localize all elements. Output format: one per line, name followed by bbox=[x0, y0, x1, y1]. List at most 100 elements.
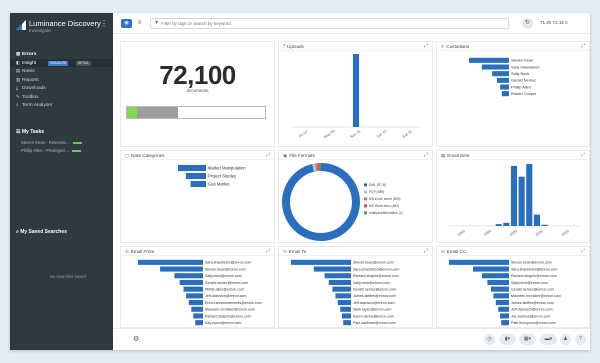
email-from-chart: Sara.shackleton@enron.com Steven.kean@enr… bbox=[138, 259, 262, 326]
nav-item-reports[interactable]: ▥ Reports bbox=[10, 76, 113, 85]
sidebar: Luminance Discovery Investigate ⋮ ▦ Error… bbox=[10, 13, 113, 350]
upload-icon: ⤒ bbox=[283, 44, 285, 49]
panel-title: Email From bbox=[130, 249, 155, 254]
grid-toggle-button[interactable]: ▦▾ bbox=[519, 334, 536, 345]
bar bbox=[503, 222, 510, 226]
progress-reviewed bbox=[127, 107, 137, 118]
gear-icon[interactable]: ⚙ bbox=[133, 335, 139, 343]
my-tasks-header: ☰ My Tasks bbox=[16, 129, 44, 135]
legend-label: multipart/alternative (2) bbox=[369, 211, 403, 215]
expand-icon[interactable]: ⤢ bbox=[424, 247, 428, 256]
nav-item-downloads[interactable]: ⤓ Downloads bbox=[10, 84, 113, 93]
expand-icon[interactable]: ⤢ bbox=[424, 42, 428, 51]
email-to-chart: Steven.kean@enron.com Sara.shackleton@enr… bbox=[291, 259, 399, 326]
bar-label: Jeff.dasovich@enron.com bbox=[511, 308, 553, 312]
mail-icon: ✉ bbox=[441, 249, 445, 254]
bar-label: Sara Shackleton bbox=[511, 64, 540, 69]
bar bbox=[332, 286, 351, 292]
nav-item-toolbox[interactable]: ✎ Toolbox bbox=[10, 93, 113, 102]
expand-icon[interactable]: ⤢ bbox=[581, 42, 585, 51]
bar-label: Steven Kean bbox=[511, 58, 533, 63]
expand-icon[interactable]: ⤢ bbox=[424, 151, 428, 160]
bar-label: Gerald.nemec@enron.com bbox=[511, 287, 554, 291]
task-progress bbox=[72, 150, 82, 152]
brand: Luminance Discovery Investigate ⋮ bbox=[16, 18, 108, 40]
mail-icon: ✉ bbox=[283, 249, 287, 254]
x-tick-label: 2005 bbox=[561, 229, 570, 237]
expand-icon[interactable]: ⤢ bbox=[266, 151, 270, 160]
list-view-button[interactable]: ≡ bbox=[135, 19, 144, 28]
bar bbox=[178, 164, 206, 172]
nav-item-errors[interactable]: ▦ Errors bbox=[10, 50, 113, 59]
document-count: 72,100 bbox=[159, 60, 236, 90]
task-item[interactable]: Phillip Allen - Privileged ... bbox=[21, 148, 82, 153]
panel-title: File Formats bbox=[289, 153, 315, 158]
legend-swatch bbox=[364, 183, 367, 187]
file-icon: ▣ bbox=[283, 153, 288, 158]
kebab-menu-icon[interactable]: ⋮ bbox=[100, 19, 108, 28]
refresh-button[interactable]: ↻ bbox=[522, 18, 533, 29]
documents-panel: 72,100 documents bbox=[120, 41, 275, 147]
bar-label: Patti.thompson@enron.com bbox=[511, 321, 556, 325]
panel-header: ⚲ Custodians ⤢ bbox=[437, 42, 589, 51]
saved-searches-label: My Saved Searches bbox=[20, 229, 67, 235]
bar bbox=[291, 259, 351, 265]
bar-label: Phillip Allen bbox=[511, 84, 531, 89]
visualise-chip[interactable]: VISUALISE bbox=[48, 60, 69, 66]
bar bbox=[501, 320, 509, 326]
panel-title: Note Categories bbox=[131, 153, 165, 158]
search-box[interactable]: ▼ bbox=[150, 18, 509, 29]
bar bbox=[185, 172, 206, 180]
nav-item-label: Errors bbox=[22, 52, 37, 57]
x-tick-label: Sat 15 bbox=[402, 129, 413, 139]
panel-header: ▣ File Formats ⤢ bbox=[279, 151, 432, 160]
chart-icon: ◉ bbox=[124, 20, 129, 26]
user-icon: ♟ bbox=[563, 336, 568, 342]
expand-icon[interactable]: ⤢ bbox=[581, 247, 585, 256]
email-sent-chart: 1995 1999 2000 2002 2005 bbox=[449, 164, 579, 237]
expand-icon[interactable]: ⤢ bbox=[266, 247, 270, 256]
x-tick-label: Fri 07 bbox=[298, 130, 308, 139]
refresh-icon: ↻ bbox=[524, 20, 531, 26]
file-formats-panel: ▣ File Formats ⤢ EML (RT-B) PDF (989) MS Ex… bbox=[278, 150, 433, 243]
user-button[interactable]: ♟ bbox=[560, 334, 571, 345]
panel-header: ▦ Email Sent ⤢ bbox=[437, 151, 589, 160]
nav-item-label: Term Analyser bbox=[22, 103, 53, 108]
layout-icon: ▬▾ bbox=[544, 336, 553, 342]
legend-label: PDF (989) bbox=[369, 190, 384, 194]
nav-item-insight[interactable]: ◧ Insight VISUALISE DETAIL bbox=[10, 58, 113, 67]
bar bbox=[186, 293, 203, 299]
search-input[interactable] bbox=[161, 20, 501, 27]
panel-title: Email CC bbox=[446, 249, 467, 254]
task-item[interactable]: Steven Kean - Relevanc... bbox=[21, 140, 82, 145]
bar bbox=[343, 320, 351, 326]
x-tick-label: 2000 bbox=[509, 229, 518, 237]
layout-toggle-button[interactable]: ▬▾ bbox=[540, 334, 557, 345]
x-tick-label: May 09 bbox=[323, 129, 335, 139]
nav-item-label: Notes bbox=[22, 69, 35, 74]
nav-item-notes[interactable]: ▤ Notes bbox=[10, 67, 113, 76]
panel-header: ▢ Note Categories ⤢ bbox=[121, 151, 274, 160]
panel-title: Email To bbox=[288, 249, 307, 254]
clock-button[interactable]: ◷ bbox=[484, 334, 495, 345]
bar bbox=[526, 164, 533, 226]
bar-label: Sally.beck@enron.com bbox=[205, 274, 242, 278]
clock-icon: ◷ bbox=[487, 336, 492, 342]
bar-label: Sara.shackleton@enron.com bbox=[511, 267, 557, 271]
expand-icon[interactable]: ⤢ bbox=[581, 151, 585, 160]
help-button[interactable]: ? bbox=[575, 334, 586, 345]
document-count-label: documents bbox=[186, 88, 209, 93]
note-categories-chart: Market Manipulation Project Stanley Gas Ma… bbox=[178, 164, 246, 188]
list-icon: ≡ bbox=[137, 20, 142, 26]
bar bbox=[492, 71, 509, 77]
bar-label: Paul.kaufman@enron.com bbox=[353, 321, 396, 325]
bar-label: Sally.beck@enron.com bbox=[511, 281, 548, 285]
chart-toggle-button[interactable]: ▮▾ bbox=[499, 334, 516, 345]
nav-item-term-analyser[interactable]: ⌕ Term Analyser bbox=[10, 101, 113, 110]
visualise-view-button[interactable]: ◉ bbox=[121, 19, 132, 28]
bar bbox=[473, 266, 509, 272]
mail-icon: ✉ bbox=[125, 249, 129, 254]
bar bbox=[335, 293, 351, 299]
detail-chip[interactable]: DETAIL bbox=[76, 60, 91, 66]
my-tasks-label: My Tasks bbox=[21, 129, 45, 135]
